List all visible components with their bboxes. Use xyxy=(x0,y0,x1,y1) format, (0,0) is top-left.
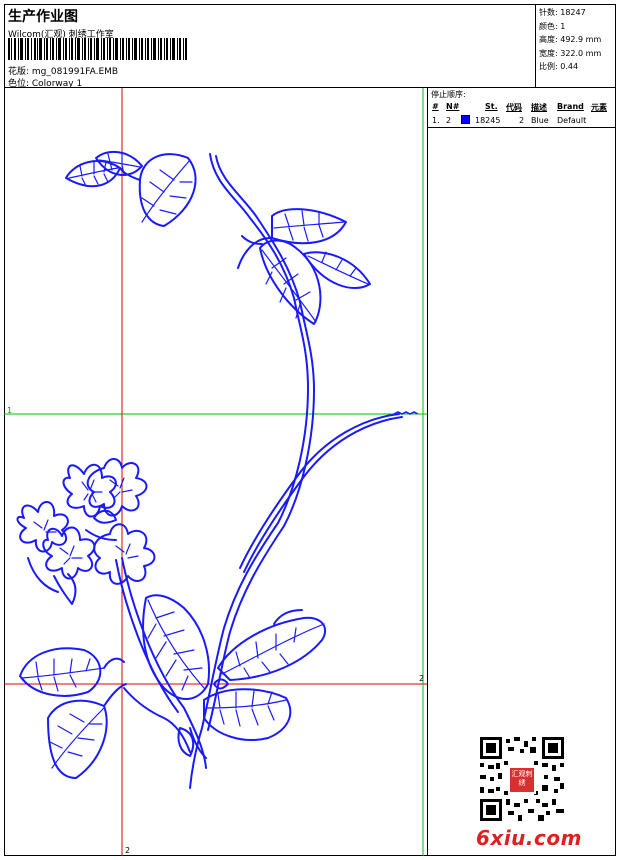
stem xyxy=(115,153,419,789)
col-header-index: # xyxy=(432,102,439,111)
leaf-bottom-right xyxy=(203,688,292,741)
flower-cluster xyxy=(16,458,156,605)
design-specs: 针数: 18247 颜色: 1 高度: 492.9 mm 宽度: 322.0 m… xyxy=(535,4,616,88)
col-header-description: 描述 xyxy=(531,103,547,112)
stop-row-index: 1. xyxy=(432,116,440,125)
site-watermark: 6xiu.com xyxy=(476,826,582,850)
col-header-elements: 元素 xyxy=(591,103,607,112)
worksheet-header: 生产作业图 Wilcom(汇观) 刺绣工作室 花版: mg_081991FA.E… xyxy=(4,4,616,89)
stop-row-stitches: 18245 xyxy=(475,116,501,125)
stop-row-code: 2 xyxy=(519,116,525,125)
design-height: 高度: 492.9 mm xyxy=(539,35,602,45)
scale-ratio: 比例: 0.44 xyxy=(539,62,579,72)
leaf-cluster-bottom-left xyxy=(19,647,191,779)
leaf-cluster-top-right xyxy=(237,208,371,325)
col-header-code: 代码 xyxy=(506,103,522,112)
embroidery-drawing xyxy=(4,88,427,856)
col-header-needle: N# xyxy=(446,102,460,111)
design-preview: 1 2 2 xyxy=(4,88,428,856)
stop-row-description: Blue xyxy=(531,116,549,125)
color-count: 颜色: 1 xyxy=(539,21,566,31)
stitch-count: 针数: 18247 xyxy=(539,8,586,17)
qr-logo-stamp: 汇观刺绣 xyxy=(508,766,536,794)
design-width: 宽度: 322.0 mm xyxy=(539,48,602,58)
stop-sequence-title: 停止顺序: xyxy=(431,90,466,99)
col-header-brand: Brand xyxy=(557,102,584,111)
thread-color-swatch xyxy=(461,115,470,124)
stop-row-brand: Default xyxy=(557,116,587,125)
stop-sequence-panel: 停止顺序: # N# St. 代码 描述 Brand 元素 1. 2 18245… xyxy=(428,88,616,128)
col-header-stitches: St. xyxy=(485,102,498,111)
worksheet-title: 生产作业图 xyxy=(8,9,78,25)
stop-row-needle: 2 xyxy=(446,116,452,125)
guide-label-horizontal-1: 1 xyxy=(7,406,13,415)
leaf-center-large xyxy=(142,594,210,700)
barcode xyxy=(8,38,187,60)
leaf-cluster-top-left xyxy=(65,150,197,227)
guide-label-horizontal-2: 2 xyxy=(419,674,425,683)
guide-label-vertical-2: 2 xyxy=(125,846,131,855)
